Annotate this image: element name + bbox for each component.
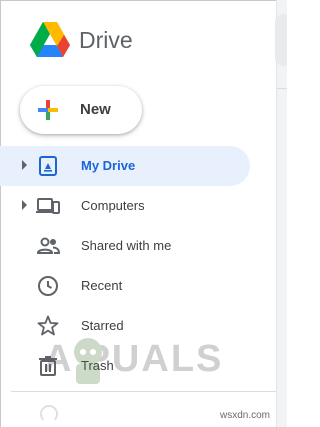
new-button[interactable]: New [20,86,142,134]
computers-icon [36,198,60,214]
watermark: A PUALS [44,330,254,390]
sidebar-divider [11,391,276,392]
my-drive-icon [39,156,57,176]
expand-arrow-icon[interactable] [22,200,27,210]
credit-text: wsxdn.com [219,410,270,421]
mascot-icon [74,338,102,384]
sidebar-item-label: Computers [81,198,145,213]
main-content-edge [275,0,287,427]
expand-arrow-icon[interactable] [22,160,27,170]
google-drive-logo-icon[interactable] [30,22,70,58]
shared-with-me-icon [36,237,60,254]
sidebar-item-my-drive[interactable]: My Drive [0,146,250,186]
sidebar-item-shared-with-me[interactable]: Shared with me [0,226,250,266]
sidebar-item-label: My Drive [81,158,136,173]
sidebar-item-label: Recent [81,278,123,293]
new-button-label: New [80,101,111,118]
search-bar-edge[interactable] [275,14,287,66]
sidebar-item-computers[interactable]: Computers [0,186,250,226]
app-title: Drive [79,27,133,53]
clock-icon [38,276,58,296]
storage-icon [40,405,58,423]
plus-icon [38,100,58,120]
sidebar-item-recent[interactable]: Recent [0,266,250,306]
sidebar-item-label: Shared with me [81,238,172,253]
content-divider [277,88,287,89]
app-header: Drive [0,0,276,80]
